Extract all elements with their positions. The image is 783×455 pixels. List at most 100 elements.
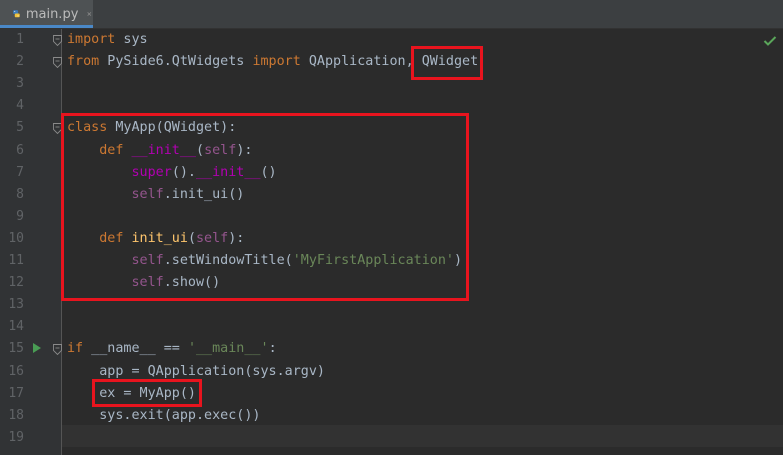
code-token: __init__ (196, 164, 261, 180)
code-text: import sys (67, 29, 148, 51)
fold-marker-icon[interactable] (53, 123, 62, 135)
line-number: 12 (8, 275, 24, 291)
code-line[interactable]: class MyApp(QWidget): (62, 117, 783, 139)
line-number: 11 (8, 253, 24, 268)
code-token: self (204, 142, 237, 158)
code-text: if __name__ == '__main__': (67, 338, 277, 360)
code-token: def (99, 230, 124, 246)
fold-marker-icon[interactable] (53, 344, 62, 356)
line-number: 8 (16, 186, 24, 202)
gutter-line: 14 (0, 316, 61, 338)
python-file-icon (13, 10, 20, 18)
code-line[interactable]: import sys (62, 29, 783, 51)
gutter-line: 16 (0, 361, 61, 383)
active-tab-indicator (0, 25, 93, 28)
code-token: ( (196, 142, 205, 158)
code-line[interactable]: app = QApplication(sys.argv) (62, 361, 783, 383)
code-text: self.show() (67, 272, 221, 294)
tab-main-py[interactable]: main.py (0, 0, 93, 28)
code-token: import (252, 54, 301, 70)
gutter-line: 6 (0, 140, 61, 162)
code-token: app = QApplication(sys.argv) (67, 363, 325, 379)
line-number: 15 (8, 341, 24, 357)
line-number: 9 (16, 208, 24, 224)
gutter-line: 15 (0, 338, 62, 360)
run-icon[interactable] (32, 342, 42, 354)
code-text: ex = MyApp() (67, 383, 196, 405)
code-line[interactable]: def init_ui(self): (62, 228, 783, 250)
code-line[interactable]: def __init__(self): (62, 140, 783, 162)
code-token: '__main__' (187, 341, 269, 357)
gutter-line: 4 (0, 95, 61, 117)
tab-label: main.py (25, 6, 79, 22)
fold-marker-icon[interactable] (53, 57, 62, 69)
code-token: __init__ (131, 142, 197, 158)
code-line[interactable]: self.setWindowTitle('MyFirstApplication'… (62, 250, 783, 272)
code-token: ) (454, 253, 463, 268)
code-token: self (131, 275, 164, 291)
code-token: QApplication, QWidget (300, 54, 479, 70)
code-token: self (131, 186, 164, 202)
gutter-line: 3 (0, 73, 61, 95)
code-token: ( (187, 230, 196, 246)
code-line[interactable]: self.init_ui() (62, 184, 783, 206)
code-token: class (67, 120, 108, 136)
line-number: 18 (8, 407, 24, 423)
code-line[interactable]: sys.exit(app.exec()) (62, 405, 783, 427)
code-line[interactable] (62, 294, 783, 316)
gutter-line: 10 (0, 228, 61, 250)
code-text: from PySide6.QtWidgets import QApplicati… (67, 51, 478, 73)
line-number: 19 (8, 429, 24, 445)
code-line[interactable] (62, 316, 783, 338)
gutter-line: 5 (0, 117, 62, 139)
code-line[interactable]: self.show() (62, 272, 783, 294)
editor-tab-bar: main.py (0, 0, 783, 29)
code-line[interactable]: from PySide6.QtWidgets import QApplicati… (62, 51, 783, 73)
code-line[interactable] (62, 73, 783, 95)
code-text: self.init_ui() (67, 184, 245, 206)
code-token: from (67, 54, 100, 70)
code-token: ex = MyApp() (67, 385, 196, 401)
gutter-line: 13 (0, 294, 61, 316)
gutter-line: 7 (0, 162, 61, 184)
code-line[interactable] (62, 427, 783, 449)
code-token: .show() (163, 275, 221, 291)
gutter-line: 11 (0, 250, 61, 272)
code-token: .setWindowTitle( (163, 253, 293, 268)
code-token: if (67, 341, 84, 357)
code-token: MyApp(QWidget): (107, 120, 237, 136)
fold-marker-icon[interactable] (53, 35, 62, 46)
line-number: 1 (16, 32, 24, 47)
line-number: 10 (8, 230, 24, 246)
code-area[interactable]: import sys from PySide6.QtWidgets import … (62, 29, 783, 455)
code-token: PySide6.QtWidgets (99, 54, 253, 70)
code-text: super().__init__() (67, 162, 277, 184)
code-token: ): (228, 230, 245, 246)
gutter-line: 12 (0, 272, 61, 294)
code-token: super (131, 164, 172, 180)
gutter-line: 8 (0, 184, 61, 206)
line-number: 2 (16, 54, 24, 70)
line-number-gutter: 1 2 3 4 5 6 7 8 9 10 11 12 13 14 15 16 17 18 19 (0, 29, 62, 455)
code-line[interactable]: super().__init__() (62, 162, 783, 184)
code-line[interactable] (62, 206, 783, 228)
code-line[interactable] (62, 95, 783, 117)
line-number: 4 (16, 98, 24, 114)
code-token: import (67, 32, 116, 47)
code-text: app = QApplication(sys.argv) (67, 361, 325, 383)
line-number: 3 (16, 76, 24, 92)
code-token: self (131, 253, 164, 268)
code-text: sys.exit(app.exec()) (67, 405, 260, 427)
close-icon[interactable] (86, 8, 93, 20)
gutter-line: 19 (0, 427, 61, 449)
code-token: ): (236, 142, 253, 158)
code-line[interactable]: ex = MyApp() (62, 383, 783, 405)
code-token: def (99, 142, 124, 158)
code-text: def __init__(self): (67, 140, 252, 162)
code-line[interactable]: if __name__ == '__main__': (62, 338, 783, 360)
